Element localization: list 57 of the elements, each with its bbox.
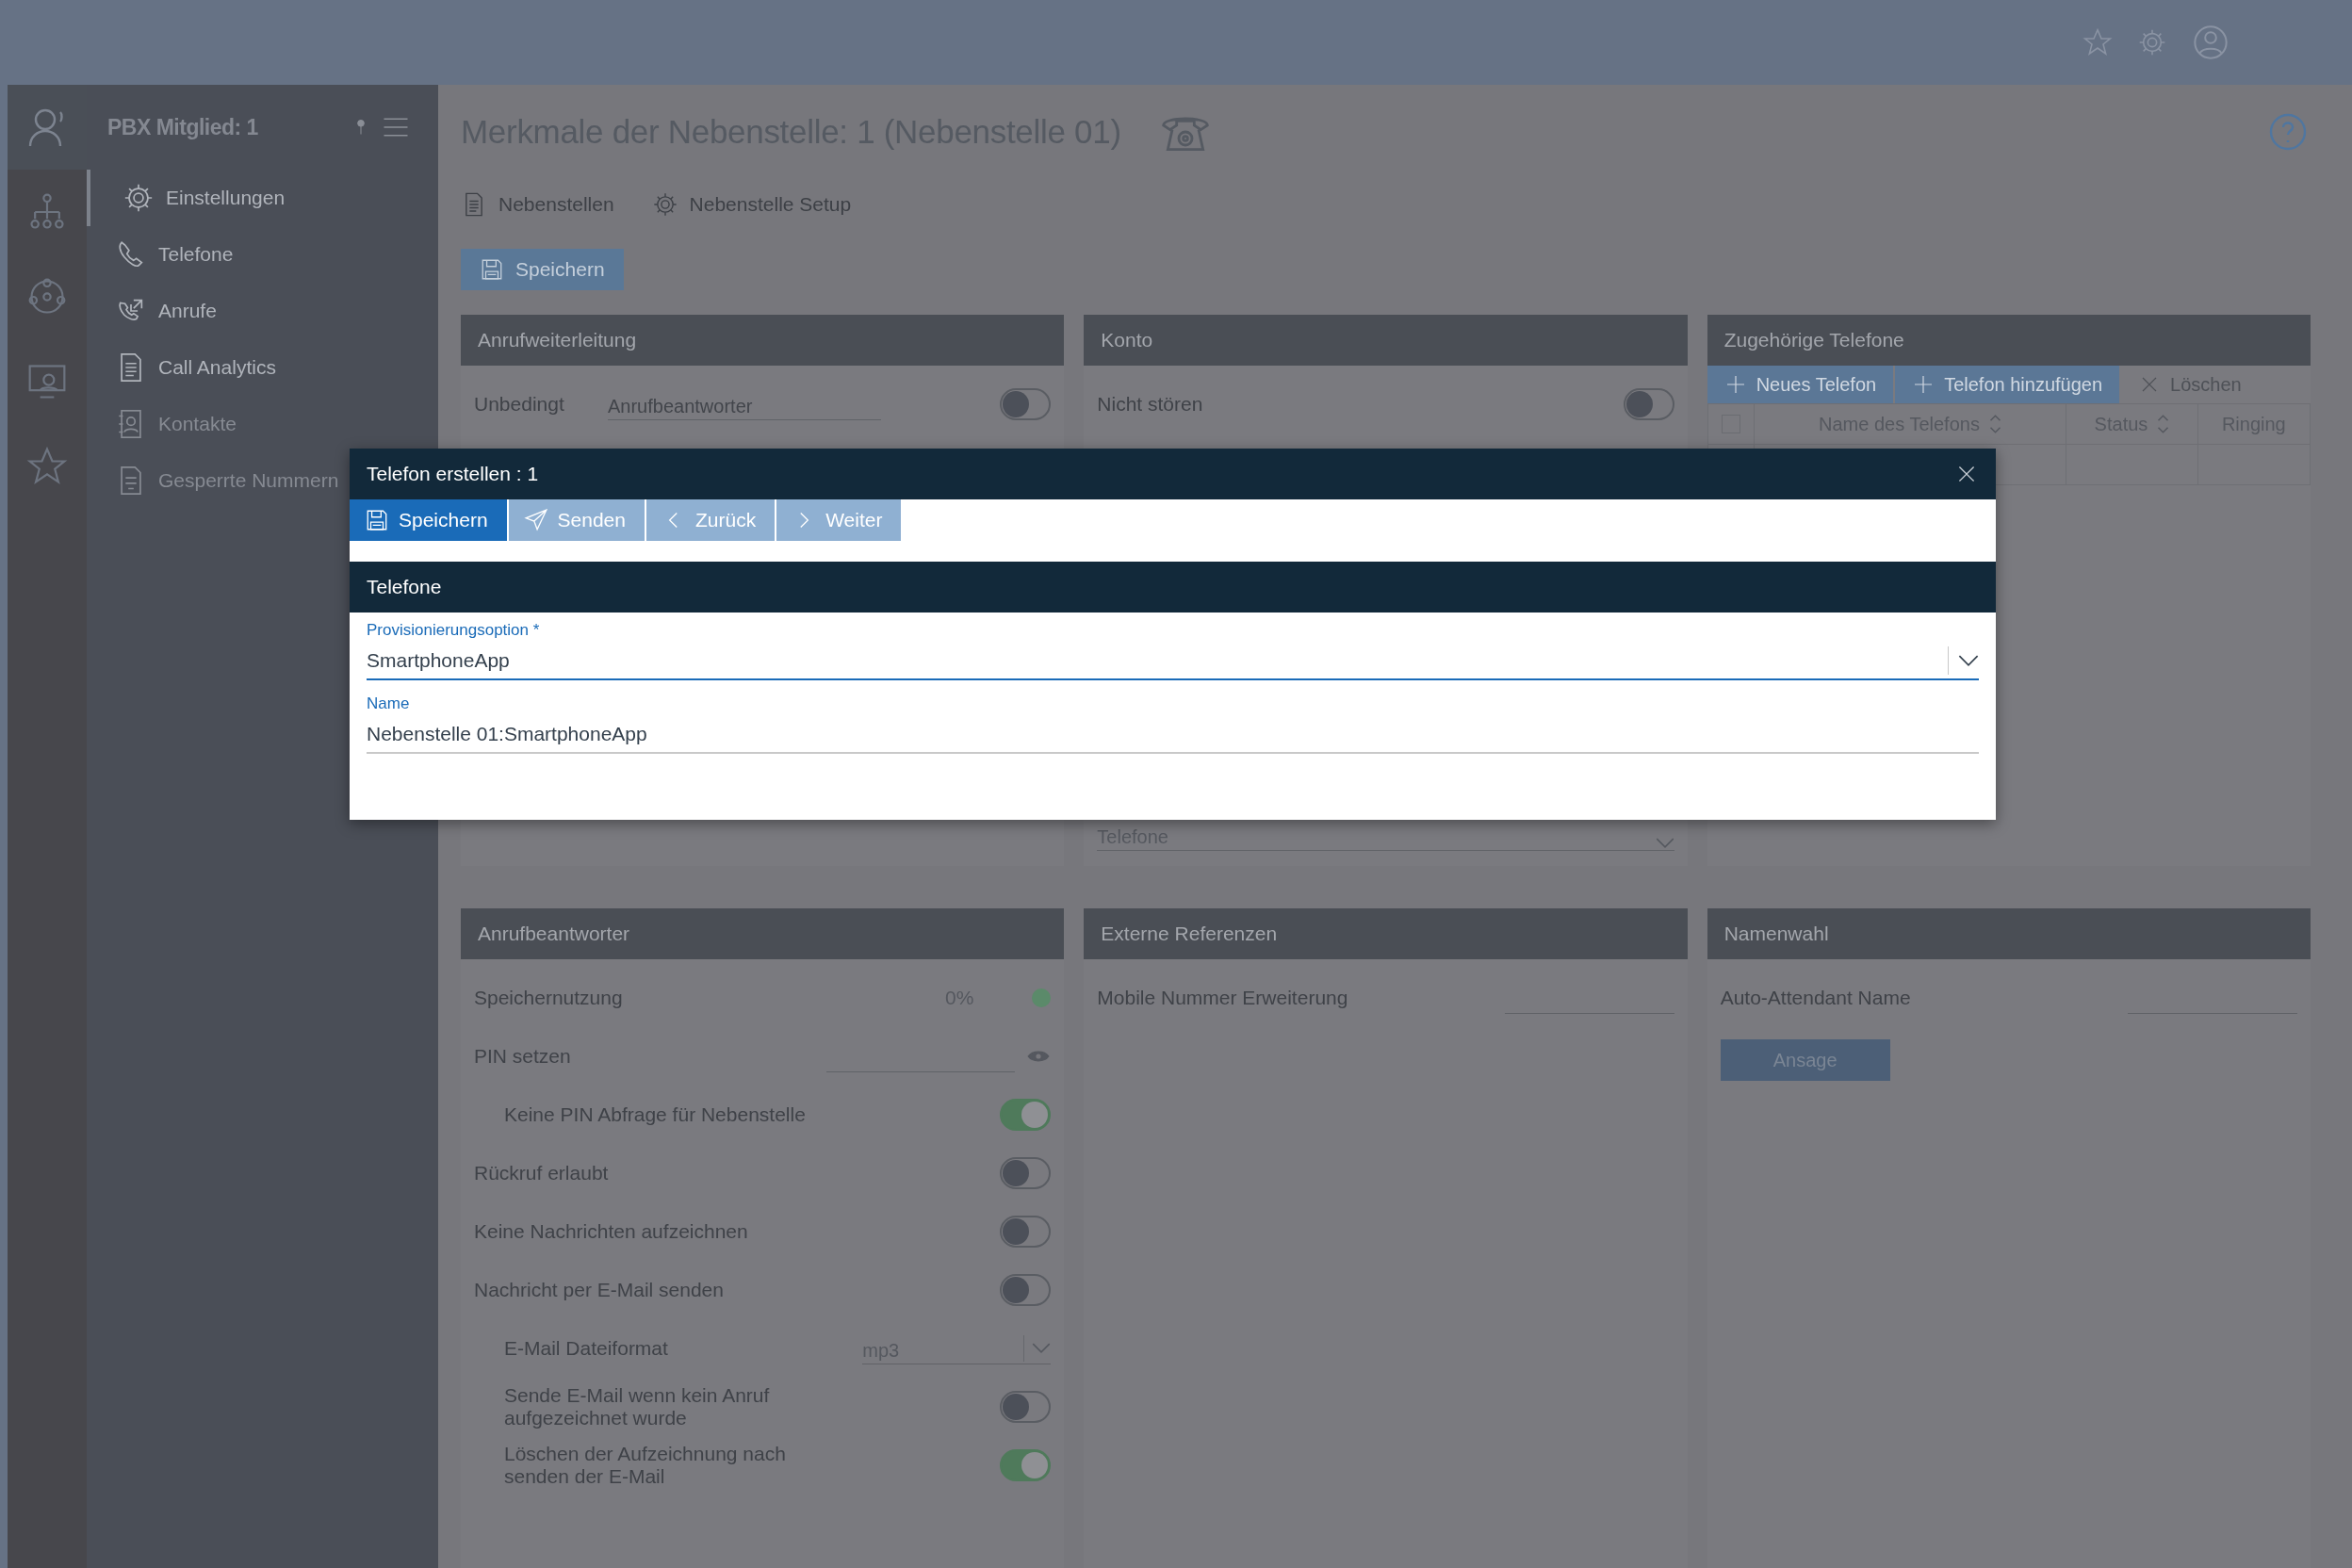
field-label: Keine PIN Abfrage für Nebenstelle xyxy=(504,1103,807,1126)
panel-header: Konto xyxy=(1084,315,1688,366)
field-label: Mobile Nummer Erweiterung xyxy=(1097,987,1349,1009)
section-header: Telefone xyxy=(350,562,1996,612)
field-label: Löschen der Aufzeichnung nach senden der E-Mail xyxy=(504,1443,787,1488)
user-avatar-icon[interactable] xyxy=(2192,24,2230,61)
field-label: Name xyxy=(367,694,410,713)
favorites-icon[interactable] xyxy=(2082,27,2113,57)
panel-header: Zugehörige Telefone xyxy=(1707,315,2311,366)
gear-icon xyxy=(651,191,678,218)
field-label: Sende E-Mail wenn kein Anruf aufgezeichnet wurde xyxy=(504,1384,771,1429)
field-label: E-Mail Dateiformat xyxy=(504,1337,669,1360)
add-button[interactable]: Neues Telefon xyxy=(1707,366,1896,403)
paper-plane-icon xyxy=(523,508,548,532)
chevron-down-icon xyxy=(1032,1343,1052,1353)
tab[interactable]: Nebenstellen xyxy=(461,191,614,218)
input-field[interactable]: Nebenstelle 01:SmartphoneApp xyxy=(367,716,1979,754)
field-label: Provisionierungsoption * xyxy=(367,621,540,640)
toolbar-button[interactable]: Speichern xyxy=(350,499,509,541)
panel-header: Namenwahl xyxy=(1707,908,2311,959)
field-label: Keine Nachrichten aufzeichnen xyxy=(474,1220,749,1243)
star-icon[interactable] xyxy=(26,446,68,487)
panel-header: Externe Referenzen xyxy=(1084,908,1688,959)
status-dot xyxy=(1032,988,1052,1007)
toggle-switch[interactable] xyxy=(1000,1157,1052,1189)
gear-icon xyxy=(122,182,155,214)
sidebar-item[interactable]: Anrufe xyxy=(87,283,438,339)
sort-icon xyxy=(2157,415,2170,433)
panel-header: Anrufbeantworter xyxy=(461,908,1065,959)
field-label: Unbedingt xyxy=(474,393,565,416)
toggle-switch[interactable] xyxy=(1623,388,1674,420)
add-button[interactable]: Telefon hinzufügen xyxy=(1895,366,2122,403)
settings-icon[interactable] xyxy=(2137,27,2167,57)
sidebar-item[interactable]: Telefone xyxy=(87,226,438,283)
field-label: Nachricht per E-Mail senden xyxy=(474,1279,725,1301)
toggle-switch[interactable] xyxy=(1000,1216,1052,1248)
tab[interactable]: Nebenstelle Setup xyxy=(651,191,852,218)
toggle-switch[interactable] xyxy=(1000,1449,1052,1481)
dropdown-field[interactable]: SmartphoneApp xyxy=(367,643,1979,680)
panel-header: Anrufweiterleitung xyxy=(461,315,1065,366)
sort-icon xyxy=(1988,415,2001,433)
sidebar-title: PBX Mitglied: 1 xyxy=(107,114,259,140)
field-label: Auto-Attendant Name xyxy=(1720,987,1912,1009)
field-label: Rückruf erlaubt xyxy=(474,1162,610,1184)
save-button[interactable]: Speichern xyxy=(461,249,624,290)
field-label: Speichernutzung xyxy=(474,987,624,1009)
input-field[interactable]: Anrufbeantworter xyxy=(608,388,881,420)
dialog-title: Telefon erstellen : 1 xyxy=(367,463,540,485)
toggle-switch[interactable] xyxy=(1000,388,1052,420)
field-label: Nicht stören xyxy=(1097,393,1204,416)
toggle-switch[interactable] xyxy=(1000,1099,1052,1131)
toggle-switch[interactable] xyxy=(1000,1274,1052,1306)
sidebar-item[interactable]: Call Analytics xyxy=(87,339,438,396)
chevron-down-icon xyxy=(1655,838,1674,848)
field-label: PIN setzen xyxy=(474,1045,572,1068)
toggle-switch[interactable] xyxy=(1000,1391,1052,1423)
chevron-down-icon xyxy=(1958,655,1979,666)
